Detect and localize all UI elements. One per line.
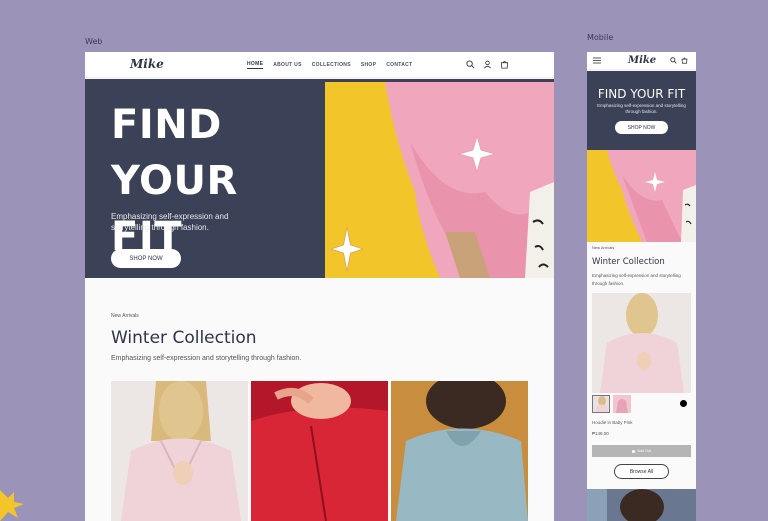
mobile-brand-logo[interactable]: Mike <box>628 55 656 66</box>
mobile-header-icons <box>670 57 688 64</box>
product-tile-blue-hoodie[interactable] <box>391 381 528 521</box>
web-frame-label: Web <box>85 37 103 46</box>
mobile-frame-label: Mobile <box>587 33 614 42</box>
mobile-hero-banner: FIND YOUR FIT Emphasizing self-expressio… <box>587 71 696 150</box>
sold-out-button: Sold Out <box>592 445 691 457</box>
sold-out-dot-icon <box>632 449 636 453</box>
next-section-image <box>587 489 696 521</box>
mobile-collection-subtitle: Emphasizing self-expression and storytel… <box>592 273 681 286</box>
nav-link-collections[interactable]: COLLECTIONS <box>312 62 351 68</box>
web-preview: Mike HOME ABOUT US COLLECTIONS SHOP CONT… <box>85 52 554 521</box>
shop-now-button[interactable]: SHOP NOW <box>111 249 181 268</box>
collection-subtitle: Emphasizing self-expression and storytel… <box>111 355 302 362</box>
mobile-preview: Mike FIND YOUR FIT Emphasizing self-expr… <box>587 52 696 521</box>
nav-link-about[interactable]: ABOUT US <box>273 62 302 68</box>
product-name[interactable]: Hoodie in Baby Pink <box>592 420 633 425</box>
hero-title-line1: FIND <box>111 102 222 148</box>
hero-banner: FIND YOUR FIT Emphasizing self-expressio… <box>85 79 554 278</box>
mobile-shop-now-button[interactable]: SHOP NOW <box>615 121 668 134</box>
mobile-collection-title: Winter Collection <box>592 257 665 267</box>
nav-link-shop[interactable]: SHOP <box>361 62 376 68</box>
carousel-dot[interactable] <box>680 400 687 407</box>
sparkle-icon <box>331 227 363 271</box>
product-image[interactable] <box>592 293 691 393</box>
product-tile-pink-hoodie[interactable] <box>111 381 248 521</box>
swatch-baby-pink[interactable] <box>592 395 610 413</box>
product-tile-red-jacket[interactable] <box>251 381 388 521</box>
browse-all-button[interactable]: Browse All <box>614 464 669 479</box>
product-price: ₱148.00 <box>592 431 609 436</box>
nav-link-contact[interactable]: CONTACT <box>386 62 412 68</box>
hero-subtitle: Emphasizing self-expression and storytel… <box>111 212 229 232</box>
account-icon[interactable] <box>483 60 492 69</box>
swatch-pink-pattern[interactable] <box>613 395 631 413</box>
search-icon[interactable] <box>466 60 475 69</box>
sold-out-label: Sold Out <box>637 449 651 453</box>
nav-link-home[interactable]: HOME <box>247 61 264 69</box>
brand-logo[interactable]: Mike <box>130 57 164 71</box>
cart-icon[interactable] <box>500 60 509 69</box>
header-icons <box>466 60 509 69</box>
menu-icon[interactable] <box>593 57 601 64</box>
web-header: Mike HOME ABOUT US COLLECTIONS SHOP CONT… <box>85 52 554 78</box>
mobile-hero-subtitle: Emphasizing self-expression and storytel… <box>597 103 686 114</box>
section-eyebrow: New Arrivals <box>111 313 139 319</box>
cart-icon[interactable] <box>681 57 688 64</box>
collection-section: New Arrivals Winter Collection Emphasizi… <box>85 278 554 521</box>
hero-title: FIND YOUR FIT <box>111 97 321 265</box>
main-nav: HOME ABOUT US COLLECTIONS SHOP CONTACT <box>247 52 412 78</box>
mobile-section-eyebrow: New Arrivals <box>592 245 615 250</box>
mobile-hero-title: FIND YOUR FIT <box>597 87 686 101</box>
decorative-burst-icon <box>0 490 24 521</box>
mobile-header: Mike <box>587 52 696 70</box>
mobile-hero-image <box>587 150 696 242</box>
collection-title: Winter Collection <box>111 328 257 348</box>
search-icon[interactable] <box>670 57 677 64</box>
